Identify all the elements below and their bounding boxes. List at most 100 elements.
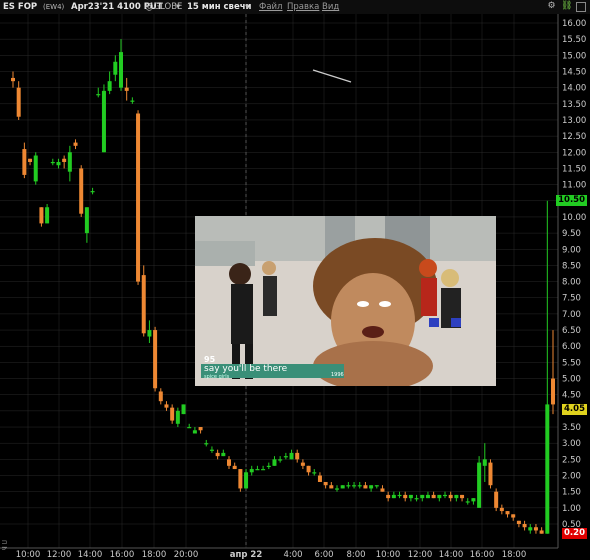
candle-up <box>266 465 271 468</box>
price-tick-label: 4.50 <box>562 391 581 401</box>
candle-down <box>232 465 237 470</box>
channel-number: 95 <box>204 355 216 364</box>
price-tick-label: 12.50 <box>562 132 586 142</box>
candle-up <box>272 459 277 466</box>
interval-selector[interactable]: 15 мин свечи <box>187 0 252 14</box>
time-tick-label: 4:00 <box>283 550 302 560</box>
candle-down <box>533 527 538 531</box>
interval-dropdown-icon[interactable]: ▾ <box>245 0 249 14</box>
price-tick-label: 9.50 <box>562 229 581 239</box>
time-tick-label: 18:00 <box>142 550 167 560</box>
candle-up <box>437 494 442 499</box>
time-tick-label: апр 22 <box>230 550 263 560</box>
candle-up <box>425 494 430 499</box>
candle-down <box>516 520 521 524</box>
settings-gear-icon[interactable]: ⚙ <box>546 1 557 12</box>
menu-edit[interactable]: Правка <box>287 0 319 14</box>
candle-down <box>323 481 328 486</box>
candle-up <box>209 449 214 451</box>
price-tick-label: 2.00 <box>562 472 581 482</box>
candle-up <box>181 404 186 415</box>
time-tick-label: 16:00 <box>110 550 135 560</box>
candle-down <box>198 427 203 431</box>
candle-up <box>119 52 123 88</box>
price-tick-label: 12.00 <box>562 148 586 158</box>
candle-up <box>283 456 288 458</box>
time-tick-label: 12:00 <box>408 550 433 560</box>
candle-down <box>431 494 436 499</box>
time-tick-label: 14:00 <box>78 550 103 560</box>
candle-down <box>539 530 544 534</box>
candle-up <box>67 152 72 172</box>
candle-down <box>306 465 311 473</box>
exchange-dropdown-icon[interactable]: ▾ <box>176 0 180 14</box>
menu-file[interactable]: Файл <box>259 0 282 14</box>
candle-up <box>96 94 101 96</box>
candle-up <box>408 494 413 499</box>
candle-down <box>62 158 67 162</box>
candle-up <box>420 494 425 499</box>
candle-up <box>340 485 345 489</box>
candle-down <box>494 491 499 508</box>
candle-up <box>84 207 89 234</box>
price-tick-label: 7.50 <box>562 294 581 304</box>
candle-down <box>329 485 334 489</box>
candle-up <box>244 472 249 489</box>
artist-name: spice girls <box>204 374 230 380</box>
price-tick-label: 7.00 <box>562 310 581 320</box>
video-overlay[interactable]: 95 say you'll be there spice girls 1996 <box>195 216 496 386</box>
chart-header: ES FOP (EW4) Apr23'21 4100 PUT @GLOBE ▾ … <box>0 0 590 14</box>
price-axis-labels: 16.00 15.50 15.00 14.50 14.00 13.50 13.00 12.50… <box>562 19 586 530</box>
candle-up <box>221 452 226 457</box>
candle-down <box>551 378 555 405</box>
candle-up <box>414 498 419 500</box>
low-price-tag: 0.20 <box>562 528 587 540</box>
release-year: 1996 <box>331 372 344 378</box>
candle-up <box>545 404 550 534</box>
symbol-label: ES FOP <box>3 2 38 12</box>
price-tick-label: 13.00 <box>562 116 586 126</box>
candle-up <box>346 485 351 487</box>
trend-line-drawing[interactable] <box>312 69 352 83</box>
candle-up <box>477 462 482 508</box>
current-price-tag: 4.05 <box>562 403 587 415</box>
price-tick-label: 6.00 <box>562 342 581 352</box>
candle-up <box>528 527 533 531</box>
price-tick-label: 14.00 <box>562 84 586 94</box>
time-tick-label: 6:00 <box>314 550 333 560</box>
candle-up <box>107 81 112 91</box>
price-tick-label: 15.50 <box>562 35 586 45</box>
price-tick-label: 3.50 <box>562 423 581 433</box>
menu-view[interactable]: Вид <box>322 0 339 14</box>
link-icon[interactable]: ⛓ <box>561 1 572 12</box>
candle-down <box>317 475 322 482</box>
price-tick-label: 3.00 <box>562 439 581 449</box>
maximize-icon[interactable] <box>576 2 586 12</box>
price-tick-label: 5.50 <box>562 358 581 368</box>
candle-up <box>397 494 402 497</box>
candle-up <box>391 494 396 499</box>
candle-up <box>289 452 294 460</box>
candle-down <box>79 168 84 214</box>
candle-up <box>278 459 283 461</box>
candle-up <box>255 469 260 471</box>
candle-up <box>454 494 459 499</box>
time-tick-label: 14:00 <box>439 550 464 560</box>
candle-up <box>187 427 192 429</box>
candle-up <box>312 472 317 474</box>
candle-up <box>130 100 135 102</box>
time-tick-label: 8:00 <box>346 550 365 560</box>
price-tick-label: 1.00 <box>562 504 581 514</box>
candle-up <box>204 443 209 445</box>
candle-down <box>124 87 129 91</box>
candle-down <box>238 469 243 489</box>
candle-down <box>403 494 408 499</box>
music-video-frame <box>195 216 496 386</box>
candle-up <box>374 485 379 487</box>
time-tick-label: 18:00 <box>502 550 527 560</box>
candle-down <box>73 142 78 146</box>
last-high-price-tag: 10.50 <box>556 195 587 207</box>
time-axis-labels: 10:00 12:00 14:00 16:00 18:00 20:00 апр 22 4:00… <box>16 550 527 560</box>
time-tick-label: 10:00 <box>16 550 41 560</box>
candle-down <box>499 507 504 512</box>
